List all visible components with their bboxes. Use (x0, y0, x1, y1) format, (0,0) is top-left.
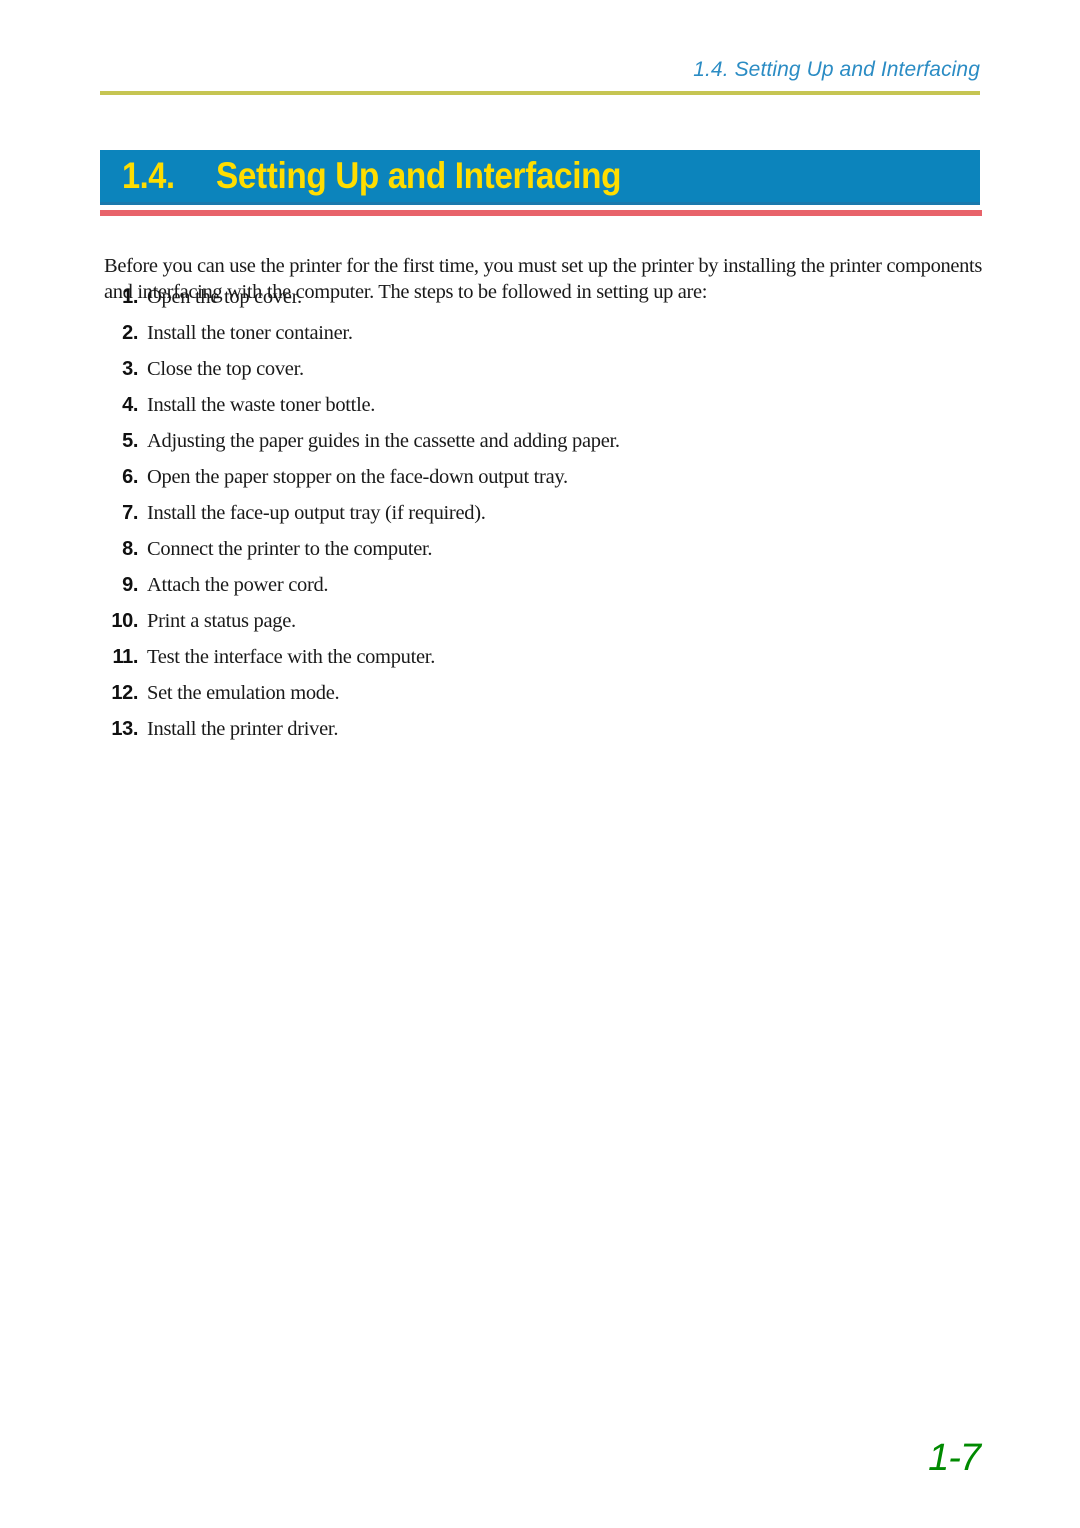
running-header: 1.4. Setting Up and Interfacing (693, 58, 980, 81)
section-number: 1.4. (122, 155, 175, 196)
page-title: Setting Up and Interfacing (215, 155, 621, 196)
list-item-number: 4. (122, 394, 138, 416)
list-item-label: Open the paper stopper on the face-down … (147, 466, 568, 488)
list-item-number: 7. (122, 502, 138, 524)
title-band-blue-rule (100, 202, 980, 205)
document-page: 1.4. Setting Up and Interfacing 1.4. Set… (0, 0, 1080, 1528)
list-item: 2. Install the toner container. (100, 322, 980, 358)
list-item-number: 5. (122, 430, 138, 452)
list-item: 9. Attach the power cord. (100, 574, 980, 610)
list-item: 11. Test the interface with the computer… (100, 646, 980, 682)
list-item: 13. Install the printer driver. (100, 718, 980, 754)
list-item-number: 10. (111, 610, 138, 632)
list-item-label: Close the top cover. (147, 358, 304, 380)
list-item: 10. Print a status page. (100, 610, 980, 646)
list-item-label: Install the printer driver. (147, 718, 339, 740)
list-item-number: 2. (122, 322, 138, 344)
list-item-label: Test the interface with the computer. (147, 646, 436, 668)
list-item: 8. Connect the printer to the computer. (100, 538, 980, 574)
list-item: 1. Open the top cover. (100, 286, 980, 322)
list-item: 5. Adjusting the paper guides in the cas… (100, 430, 980, 466)
list-item-label: Install the toner container. (147, 322, 353, 344)
list-item-number: 12. (111, 682, 138, 704)
list-item-number: 3. (122, 358, 138, 380)
list-item-number: 6. (122, 466, 138, 488)
list-item-label: Install the face-up output tray (if requ… (147, 502, 486, 524)
list-item: 7. Install the face-up output tray (if r… (100, 502, 980, 538)
list-item-number: 11. (112, 646, 139, 668)
list-item-number: 1. (122, 286, 138, 308)
list-item: 3. Close the top cover. (100, 358, 980, 394)
list-item-label: Attach the power cord. (147, 574, 329, 596)
title-band-red-rule (100, 210, 982, 216)
section-title-row: 1.4. Setting Up and Interfacing (100, 150, 980, 202)
list-item: 12. Set the emulation mode. (100, 682, 980, 718)
section-title-band: 1.4. Setting Up and Interfacing (100, 150, 980, 202)
list-item-label: Open the top cover. (147, 286, 302, 308)
header-rule-divider (100, 91, 980, 95)
list-item-number: 9. (122, 574, 138, 596)
list-item: 6. Open the paper stopper on the face-do… (100, 466, 980, 502)
list-item-label: Install the waste toner bottle. (147, 394, 376, 416)
list-item: 4. Install the waste toner bottle. (100, 394, 980, 430)
list-item-number: 8. (122, 538, 138, 560)
list-item-label: Set the emulation mode. (147, 682, 340, 704)
list-item-label: Adjusting the paper guides in the casset… (147, 430, 620, 452)
list-item-number: 13. (111, 718, 138, 740)
page-number: 1-7 (928, 1437, 981, 1479)
list-item-label: Print a status page. (147, 610, 296, 632)
list-item-label: Connect the printer to the computer. (147, 538, 433, 560)
setup-steps-list: 1. Open the top cover. 2. Install the to… (100, 286, 980, 754)
